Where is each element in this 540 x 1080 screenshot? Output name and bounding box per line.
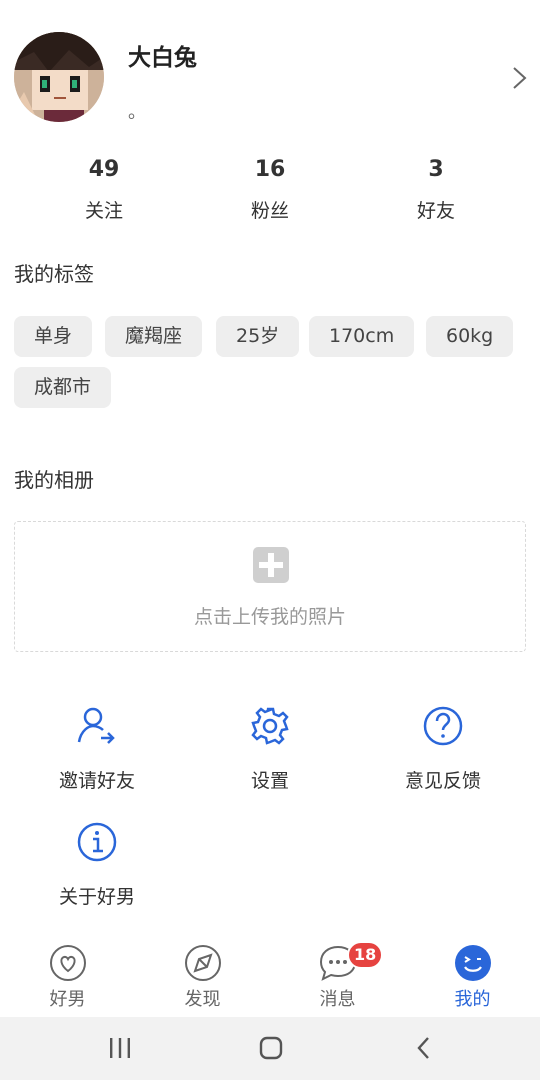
tab-discover-label: 发现 bbox=[184, 989, 221, 1010]
tab-home-label: 好男 bbox=[49, 989, 86, 1010]
gear-icon bbox=[251, 707, 289, 745]
tab-messages-label: 消息 bbox=[319, 989, 356, 1010]
tag-item[interactable]: 60kg bbox=[426, 316, 514, 357]
menu-settings[interactable]: 设置 bbox=[180, 704, 360, 793]
unread-badge: 18 bbox=[347, 941, 384, 969]
tag-item[interactable]: 单身 bbox=[14, 316, 93, 357]
menu-invite-friends[interactable]: 邀请好友 bbox=[7, 704, 187, 793]
avatar[interactable] bbox=[14, 32, 104, 122]
tab-home[interactable]: 好男 bbox=[0, 943, 135, 1011]
menu-settings-label: 设置 bbox=[250, 770, 289, 792]
tab-discover[interactable]: 发现 bbox=[135, 943, 270, 1011]
tag-item[interactable]: 25岁 bbox=[216, 316, 300, 357]
add-photo-icon bbox=[253, 547, 289, 583]
menu-feedback-label: 意见反馈 bbox=[404, 770, 481, 792]
menu-feedback[interactable]: 意见反馈 bbox=[353, 704, 533, 793]
username: 大白兔 bbox=[128, 45, 197, 71]
signature: 。 bbox=[128, 102, 146, 123]
stat-friends[interactable]: 3 好友 bbox=[346, 150, 526, 223]
smiley-icon bbox=[454, 945, 491, 981]
stat-following[interactable]: 49 关注 bbox=[14, 150, 194, 223]
menu-invite-friends-label: 邀请好友 bbox=[58, 770, 135, 792]
home-icon[interactable] bbox=[256, 1033, 286, 1063]
menu-about-label: 关于好男 bbox=[58, 886, 135, 908]
stat-followers-label: 粉丝 bbox=[250, 200, 289, 222]
question-icon bbox=[423, 706, 463, 746]
tag-item[interactable]: 170cm bbox=[309, 316, 415, 357]
stats-row: 49 关注 16 粉丝 3 好友 bbox=[0, 150, 540, 240]
bottom-tab-bar: 好男 发现 18 消息 我的 bbox=[0, 935, 540, 1017]
tag-item[interactable]: 成都市 bbox=[14, 367, 112, 408]
upload-hint: 点击上传我的照片 bbox=[193, 606, 346, 628]
chevron-right-icon[interactable] bbox=[508, 64, 532, 92]
profile-header[interactable]: 大白兔 。 bbox=[0, 0, 540, 140]
tab-me-label: 我的 bbox=[454, 989, 491, 1010]
tab-messages[interactable]: 18 消息 bbox=[270, 941, 405, 1011]
invite-user-icon bbox=[77, 707, 115, 744]
tags-section-title: 我的标签 bbox=[14, 262, 94, 286]
tab-me[interactable]: 我的 bbox=[405, 943, 540, 1011]
tag-item[interactable]: 魔羯座 bbox=[105, 316, 203, 357]
album-upload-area[interactable]: 点击上传我的照片 bbox=[14, 521, 526, 652]
stat-friends-label: 好友 bbox=[416, 200, 455, 222]
system-nav-bar bbox=[0, 1017, 540, 1080]
stat-followers-value: 16 bbox=[254, 157, 286, 182]
heart-icon bbox=[49, 945, 86, 981]
stat-friends-value: 3 bbox=[428, 157, 444, 182]
avatar-image bbox=[14, 32, 104, 122]
info-icon bbox=[77, 822, 117, 862]
compass-icon bbox=[184, 945, 221, 981]
album-section-title: 我的相册 bbox=[14, 468, 94, 492]
stat-followers[interactable]: 16 粉丝 bbox=[180, 150, 360, 223]
menu-about[interactable]: 关于好男 bbox=[7, 820, 187, 909]
back-icon[interactable] bbox=[409, 1033, 439, 1063]
recent-apps-icon[interactable] bbox=[105, 1033, 135, 1063]
stat-following-label: 关注 bbox=[84, 200, 123, 222]
stat-following-value: 49 bbox=[88, 157, 120, 182]
